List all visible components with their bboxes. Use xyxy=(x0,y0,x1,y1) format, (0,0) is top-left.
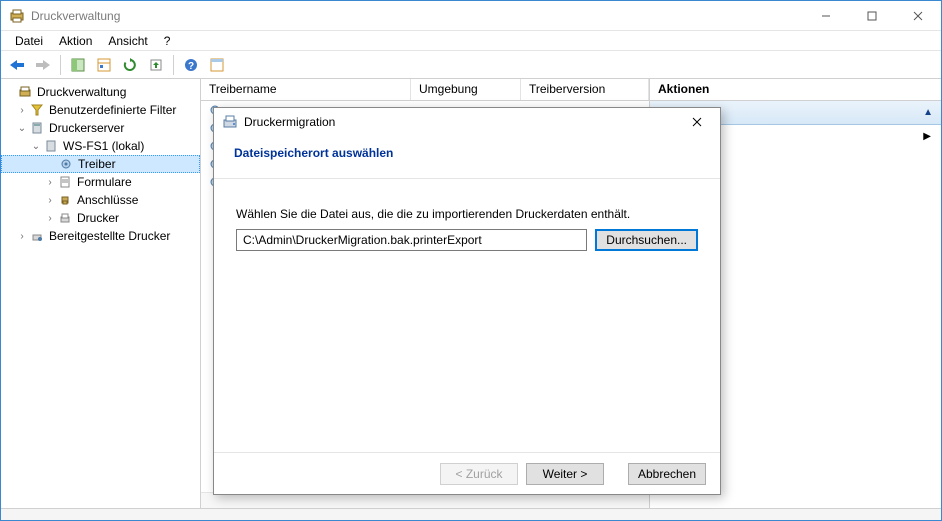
svg-text:?: ? xyxy=(188,61,194,72)
tree-label: Bereitgestellte Drucker xyxy=(45,229,170,243)
tree-server-local[interactable]: ⌄ WS-FS1 (lokal) xyxy=(1,137,200,155)
server-icon xyxy=(29,120,45,136)
expand-toggle[interactable]: › xyxy=(15,105,29,116)
expand-toggle[interactable]: ⌄ xyxy=(29,141,43,152)
tree-label: WS-FS1 (lokal) xyxy=(59,139,144,153)
file-path-input[interactable] xyxy=(236,229,587,251)
column-header[interactable]: Treibername xyxy=(201,79,411,100)
collapse-up-icon: ▲ xyxy=(923,107,933,118)
view-button[interactable] xyxy=(205,53,229,77)
expand-toggle[interactable]: › xyxy=(15,231,29,242)
filter-icon xyxy=(29,102,45,118)
cancel-button[interactable]: Abbrechen xyxy=(628,463,706,485)
maximize-button[interactable] xyxy=(849,1,895,31)
app-icon xyxy=(9,8,25,24)
close-button[interactable] xyxy=(895,1,941,31)
tree-drivers[interactable]: Treiber xyxy=(1,155,200,173)
tree-label: Anschlüsse xyxy=(73,193,138,207)
port-icon xyxy=(57,192,73,208)
printer-icon xyxy=(57,210,73,226)
dialog-heading: Dateispeicherort auswählen xyxy=(214,136,720,179)
next-button[interactable]: Weiter > xyxy=(526,463,604,485)
printmgmt-icon xyxy=(17,84,33,100)
form-icon xyxy=(57,174,73,190)
tree-servers[interactable]: ⌄ Druckerserver xyxy=(1,119,200,137)
statusbar xyxy=(1,508,941,520)
toolbar-separator xyxy=(173,55,174,75)
back-button: < Zurück xyxy=(440,463,518,485)
window-title: Druckverwaltung xyxy=(31,9,803,23)
actions-header: Aktionen xyxy=(650,79,941,101)
show-hide-tree-button[interactable] xyxy=(66,53,90,77)
dialog-title: Druckermigration xyxy=(244,115,682,129)
tree-label: Benutzerdefinierte Filter xyxy=(45,103,176,117)
deployed-printer-icon xyxy=(29,228,45,244)
minimize-button[interactable] xyxy=(803,1,849,31)
titlebar: Druckverwaltung xyxy=(1,1,941,31)
menu-ansicht[interactable]: Ansicht xyxy=(100,32,155,50)
tree-label: Drucker xyxy=(73,211,119,225)
properties-button[interactable] xyxy=(92,53,116,77)
tree-deployed[interactable]: › Bereitgestellte Drucker xyxy=(1,227,200,245)
tree-filters[interactable]: › Benutzerdefinierte Filter xyxy=(1,101,200,119)
expand-toggle[interactable]: › xyxy=(43,195,57,206)
main-window: Druckverwaltung Datei Aktion Ansicht ? ?… xyxy=(0,0,942,521)
tree-root[interactable]: Druckverwaltung xyxy=(1,83,200,101)
export-list-button[interactable] xyxy=(144,53,168,77)
tree-label: Formulare xyxy=(73,175,132,189)
dialog-body: Wählen Sie die Datei aus, die die zu imp… xyxy=(214,179,720,452)
menu-help[interactable]: ? xyxy=(156,32,179,50)
tree-ports[interactable]: › Anschlüsse xyxy=(1,191,200,209)
dialog-instruction: Wählen Sie die Datei aus, die die zu imp… xyxy=(236,207,698,221)
forward-button[interactable] xyxy=(31,53,55,77)
tree-forms[interactable]: › Formulare xyxy=(1,173,200,191)
toolbar-separator xyxy=(60,55,61,75)
expand-toggle[interactable]: ⌄ xyxy=(15,123,29,134)
chevron-right-icon: ▶ xyxy=(923,131,931,142)
column-headers: Treibername Umgebung Treiberversion xyxy=(201,79,649,101)
dialog-footer: < Zurück Weiter > Abbrechen xyxy=(214,452,720,494)
menu-datei[interactable]: Datei xyxy=(7,32,51,50)
nav-tree[interactable]: Druckverwaltung › Benutzerdefinierte Fil… xyxy=(1,79,201,508)
printer-migration-dialog: Druckermigration Dateispeicherort auswäh… xyxy=(213,107,721,495)
file-path-row: Durchsuchen... xyxy=(236,229,698,251)
menu-aktion[interactable]: Aktion xyxy=(51,32,100,50)
printer-migration-icon xyxy=(222,114,238,130)
column-header[interactable]: Umgebung xyxy=(411,79,521,100)
dialog-close-button[interactable] xyxy=(682,111,712,133)
toolbar: ? xyxy=(1,51,941,79)
back-button[interactable] xyxy=(5,53,29,77)
tree-label: Druckverwaltung xyxy=(33,85,126,99)
tree-label: Treiber xyxy=(74,157,116,171)
expand-toggle[interactable]: › xyxy=(43,213,57,224)
browse-button[interactable]: Durchsuchen... xyxy=(595,229,698,251)
tree-label: Druckerserver xyxy=(45,121,124,135)
tree-printers[interactable]: › Drucker xyxy=(1,209,200,227)
menubar: Datei Aktion Ansicht ? xyxy=(1,31,941,51)
expand-toggle[interactable]: › xyxy=(43,177,57,188)
refresh-button[interactable] xyxy=(118,53,142,77)
help-button[interactable]: ? xyxy=(179,53,203,77)
gear-icon xyxy=(58,156,74,172)
server-icon xyxy=(43,138,59,154)
dialog-titlebar: Druckermigration xyxy=(214,108,720,136)
column-header[interactable]: Treiberversion xyxy=(521,79,649,100)
